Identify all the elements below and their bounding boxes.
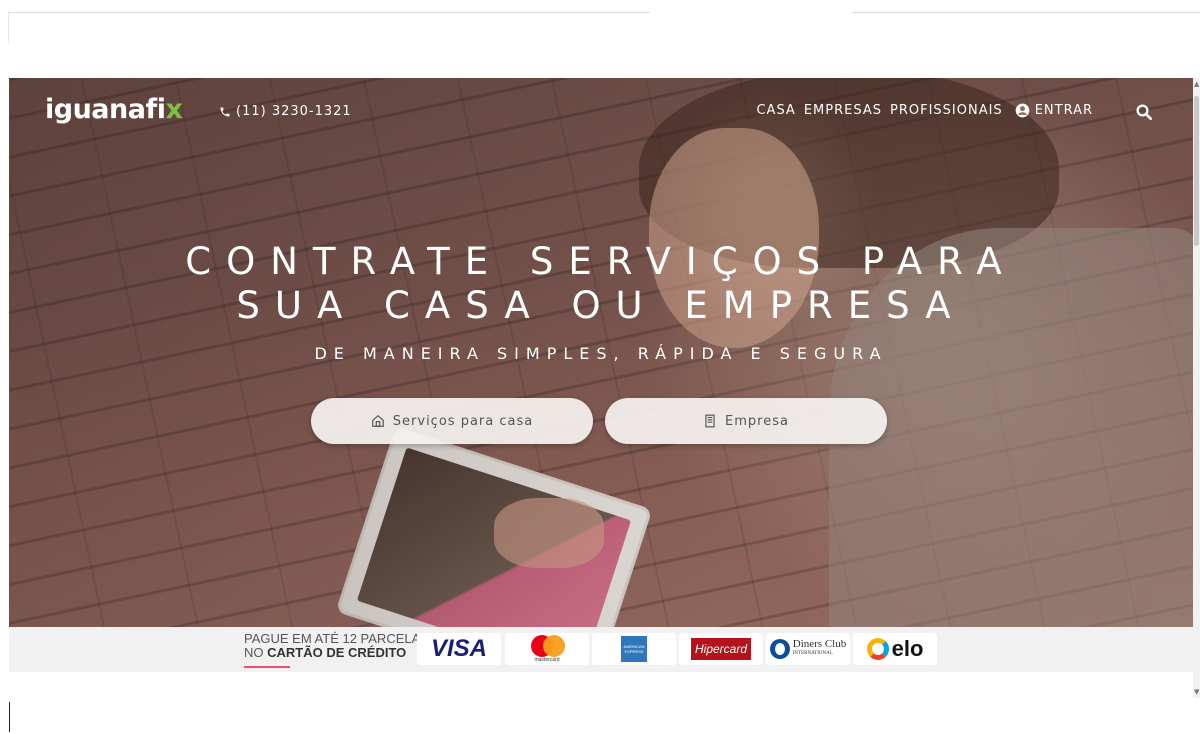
home-services-label: Serviços para casa [392, 413, 534, 429]
hipercard-card-logo: Hipercard [679, 633, 763, 665]
search-icon[interactable] [1135, 103, 1153, 121]
visa-card-logo: VISA [417, 633, 501, 665]
nav-profissionais[interactable]: PROFISSIONAIS [890, 103, 1003, 118]
iguanafix-logo[interactable]: iguanafix [45, 94, 183, 125]
top-rule-gap [650, 10, 852, 14]
mastercard-icon [527, 635, 567, 659]
elo-icon [866, 638, 889, 660]
installments-text: PAGUE EM ATÉ 12 PARCELAS NO CARTÃO DE CR… [244, 632, 429, 660]
elo-card-logo: elo [853, 633, 937, 665]
nav-links: CASA EMPRESAS PROFISSIONAIS ENTRAR [756, 103, 1093, 118]
building-icon [705, 414, 715, 428]
scrollbar-thumb[interactable] [1194, 96, 1199, 246]
home-services-button[interactable]: Serviços para casa [311, 398, 593, 444]
phone-number: (11) 3230-1321 [236, 104, 352, 119]
payment-bar: PAGUE EM ATÉ 12 PARCELAS NO CARTÃO DE CR… [9, 627, 1193, 672]
installments-line-2: NO CARTÃO DE CRÉDITO [244, 645, 407, 660]
company-button[interactable]: Empresa [605, 398, 887, 444]
scroll-down-arrow-icon[interactable]: ▼ [1194, 688, 1199, 696]
mastercard-card-logo: mastercard [505, 633, 589, 665]
login-link[interactable]: ENTRAR [1015, 103, 1093, 118]
page-scrollbar[interactable]: ▲ ▼ [1193, 78, 1200, 698]
installments-line-1: PAGUE EM ATÉ 12 PARCELAS [244, 631, 429, 646]
nav-empresas[interactable]: EMPRESAS [804, 103, 882, 118]
nav-casa[interactable]: CASA [756, 103, 795, 118]
diners-icon [769, 639, 790, 659]
amex-card-logo: AMERICAN EXPRESS [592, 633, 676, 665]
phone-contact[interactable]: (11) 3230-1321 [219, 104, 352, 119]
house-icon [371, 414, 384, 427]
hero-headline-line-1: CONTRATE SERVIÇOS PARA [185, 240, 1017, 283]
payment-accent-underline [244, 666, 290, 668]
login-label: ENTRAR [1034, 103, 1093, 118]
company-label: Empresa [725, 413, 789, 429]
scroll-up-arrow-icon[interactable]: ▲ [1194, 80, 1199, 88]
hero-section: iguanafix (11) 3230-1321 CASA EMPRESAS P… [9, 78, 1193, 627]
left-rule [8, 13, 9, 43]
phone-icon [220, 107, 230, 116]
browser-top-rule [8, 12, 1200, 13]
user-circle-icon [1015, 103, 1030, 118]
text-cursor [9, 702, 10, 732]
diners-club-card-logo: Diners Club INTERNATIONAL [766, 633, 850, 665]
hero-headline-line-2: SUA CASA OU EMPRESA [236, 284, 966, 327]
hero-subheadline: DE MANEIRA SIMPLES, RÁPIDA E SEGURA [314, 344, 888, 363]
top-navigation: iguanafix (11) 3230-1321 CASA EMPRESAS P… [9, 78, 1193, 148]
